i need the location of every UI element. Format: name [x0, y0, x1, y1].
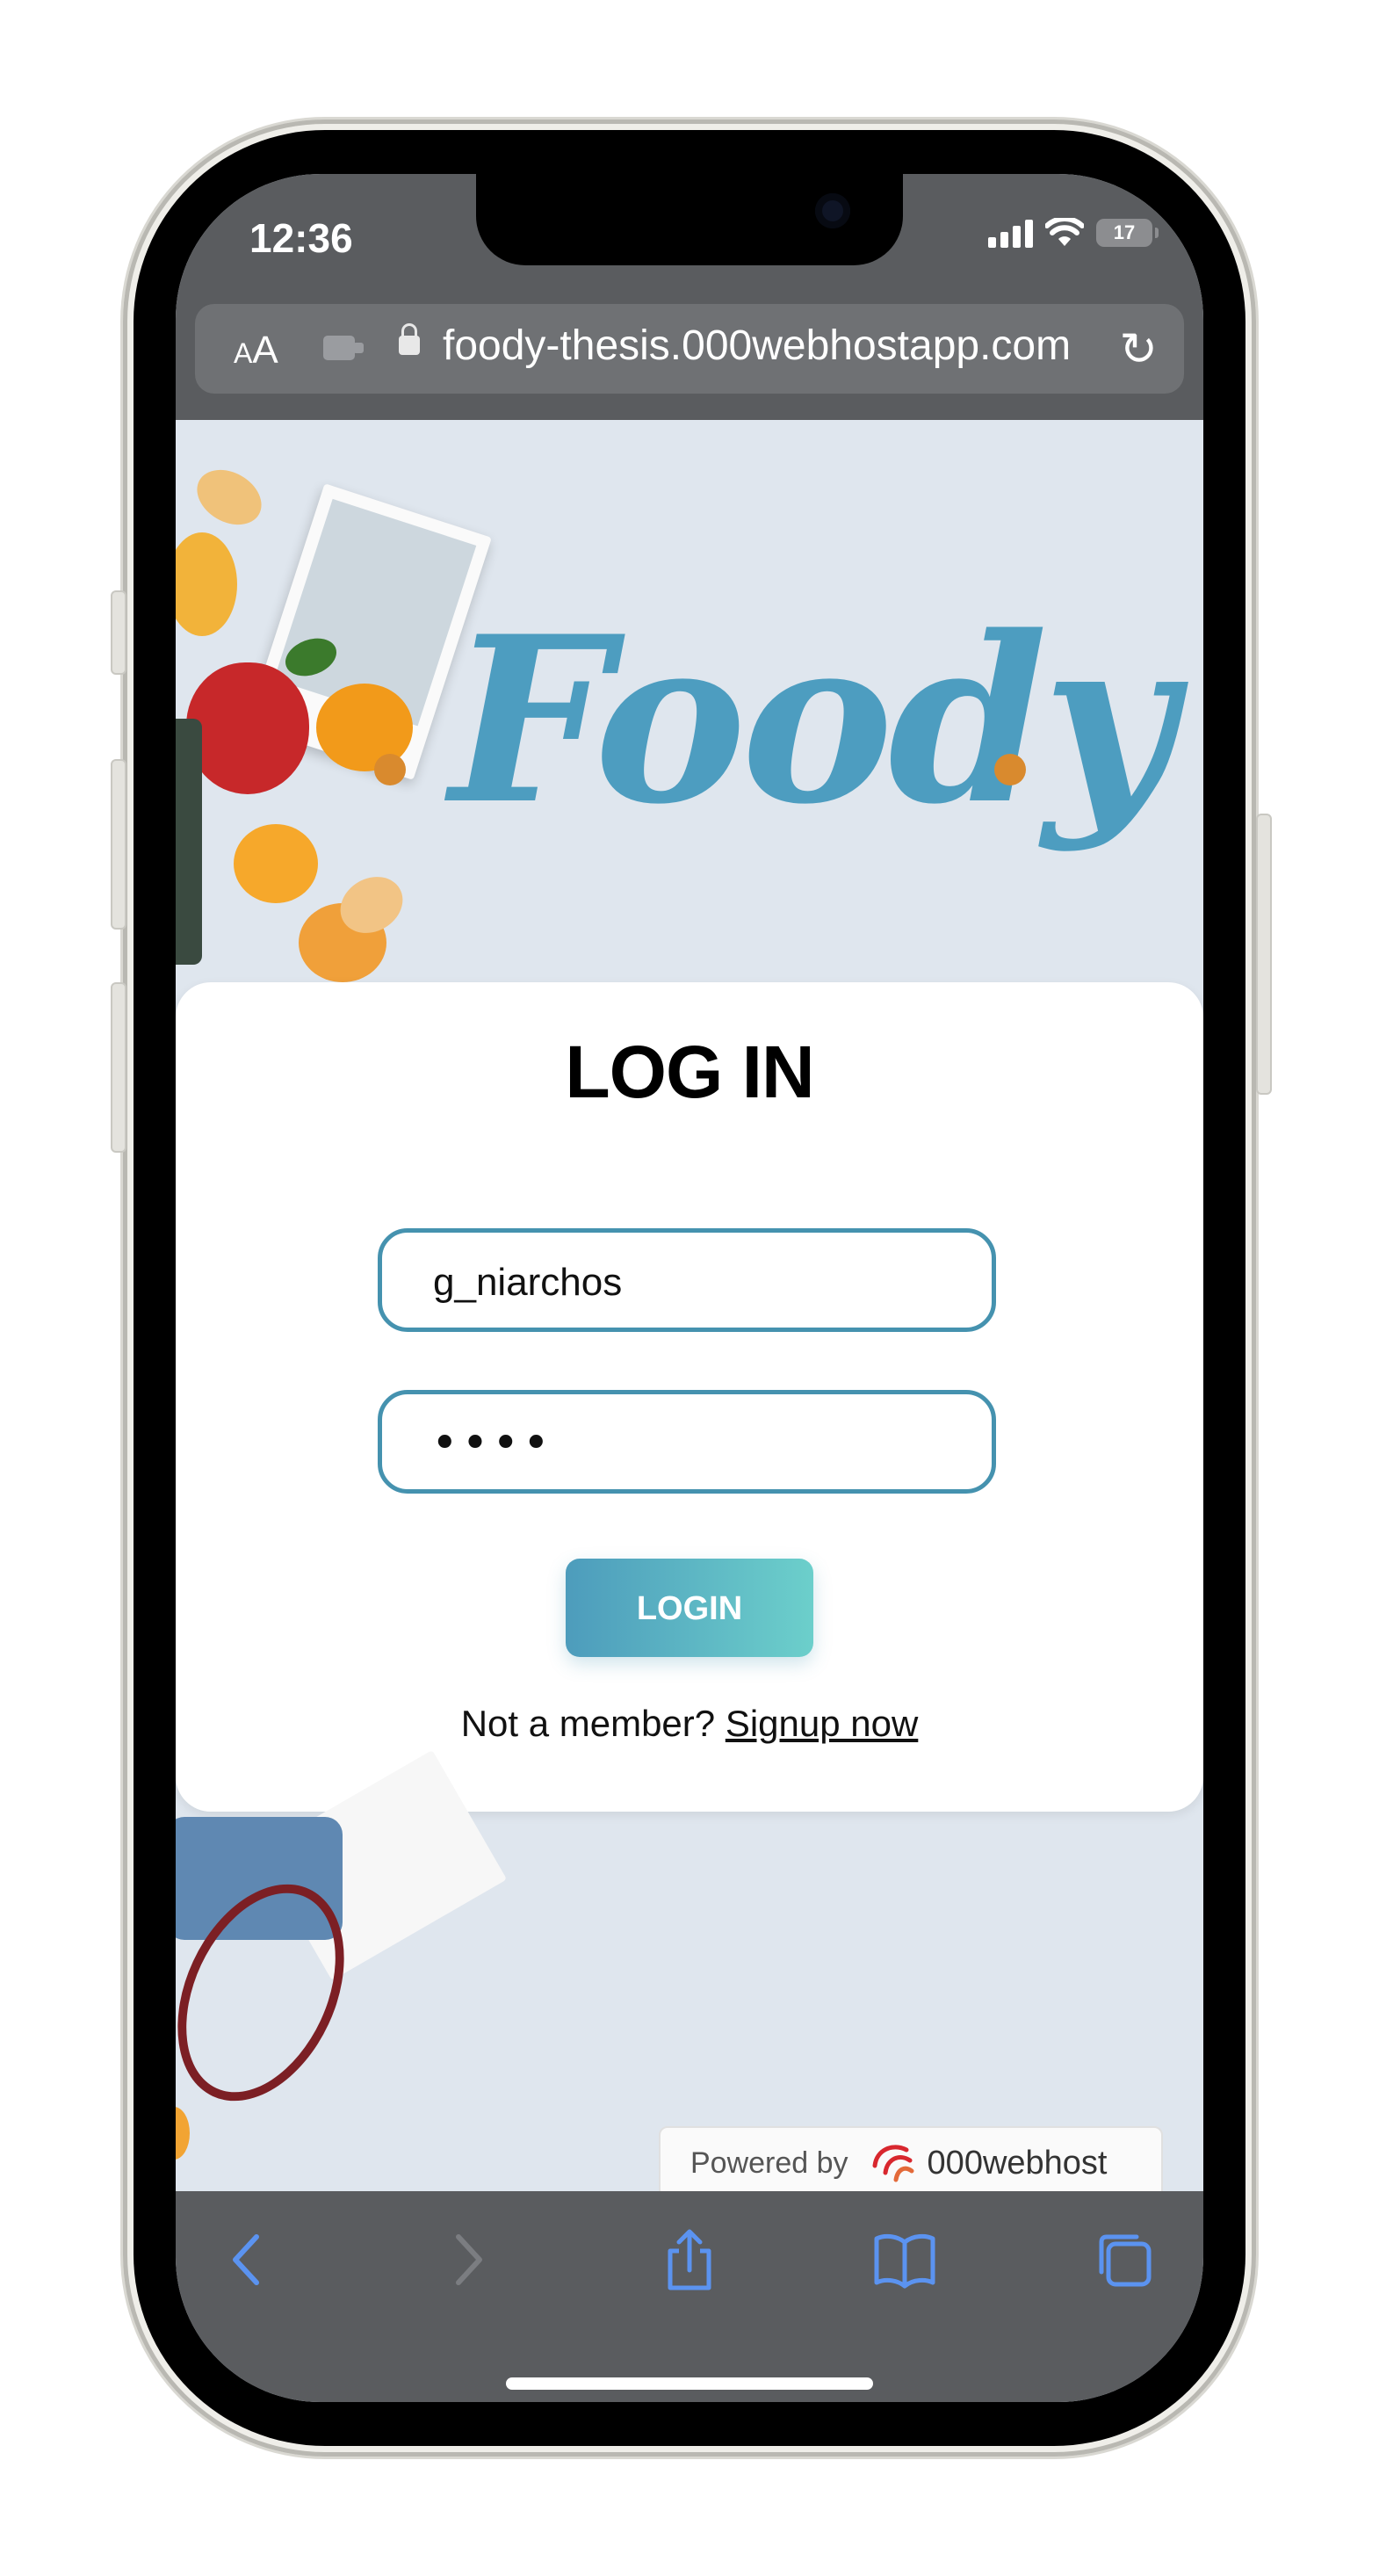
home-indicator[interactable]: [506, 2377, 873, 2390]
extension-icon[interactable]: [323, 336, 364, 360]
logo-dot-right: [994, 754, 1026, 785]
silent-switch: [111, 590, 126, 675]
signup-row: Not a member? Signup now: [176, 1703, 1203, 1745]
password-field[interactable]: ••••: [378, 1390, 996, 1494]
text-size-button[interactable]: AA: [234, 329, 278, 373]
username-field[interactable]: [378, 1228, 996, 1332]
reload-icon[interactable]: ↻: [1119, 323, 1158, 376]
000webhost-logo-icon: [872, 2145, 914, 2182]
status-time: 12:36: [249, 215, 353, 261]
powered-by-badge[interactable]: Powered by 000webhost: [659, 2126, 1163, 2200]
foody-logo: Foody: [450, 587, 1175, 855]
000webhost-brand: 000webhost: [927, 2144, 1108, 2182]
phone-screen: 12:36 17 AA foody-thesis.000webhostapp.c…: [176, 174, 1203, 2402]
volume-up-button: [111, 759, 126, 930]
front-camera: [815, 193, 850, 228]
decorative-bowl: [176, 719, 202, 965]
notch: [476, 174, 903, 265]
decorative-petal: [187, 459, 271, 536]
cellular-signal-icon: [988, 218, 1033, 248]
volume-down-button: [111, 982, 126, 1153]
status-icons: 17: [988, 218, 1159, 248]
decorative-orange-half: [234, 824, 318, 903]
bookmarks-icon[interactable]: [870, 2225, 940, 2295]
battery-icon: 17: [1096, 219, 1159, 247]
logo-dot-left: [374, 754, 406, 785]
signup-prompt: Not a member?: [460, 1703, 716, 1744]
back-icon[interactable]: [213, 2225, 283, 2295]
username-input[interactable]: [431, 1255, 962, 1310]
lock-icon: [399, 323, 420, 355]
signup-link[interactable]: Signup now: [726, 1703, 919, 1744]
decorative-orange-bottom: [176, 2107, 190, 2160]
wifi-icon: [1045, 218, 1084, 246]
url-text[interactable]: foody-thesis.000webhostapp.com: [443, 322, 1071, 370]
address-bar[interactable]: AA foody-thesis.000webhostapp.com ↻: [195, 304, 1184, 394]
decorative-strawberry: [186, 662, 309, 794]
power-button: [1256, 814, 1272, 1095]
decorative-lemon: [176, 532, 237, 636]
login-title: LOG IN: [565, 1031, 814, 1113]
browser-bottom-toolbar: [176, 2191, 1203, 2402]
login-card: LOG IN •••• LOGIN Not a member? Signup n…: [176, 982, 1203, 1812]
forward-icon[interactable]: [432, 2225, 502, 2295]
password-input[interactable]: ••••: [431, 1417, 553, 1470]
share-icon[interactable]: [654, 2225, 725, 2295]
tabs-icon[interactable]: [1089, 2225, 1159, 2295]
powered-by-label: Powered by: [690, 2145, 848, 2180]
login-button[interactable]: LOGIN: [566, 1559, 813, 1657]
